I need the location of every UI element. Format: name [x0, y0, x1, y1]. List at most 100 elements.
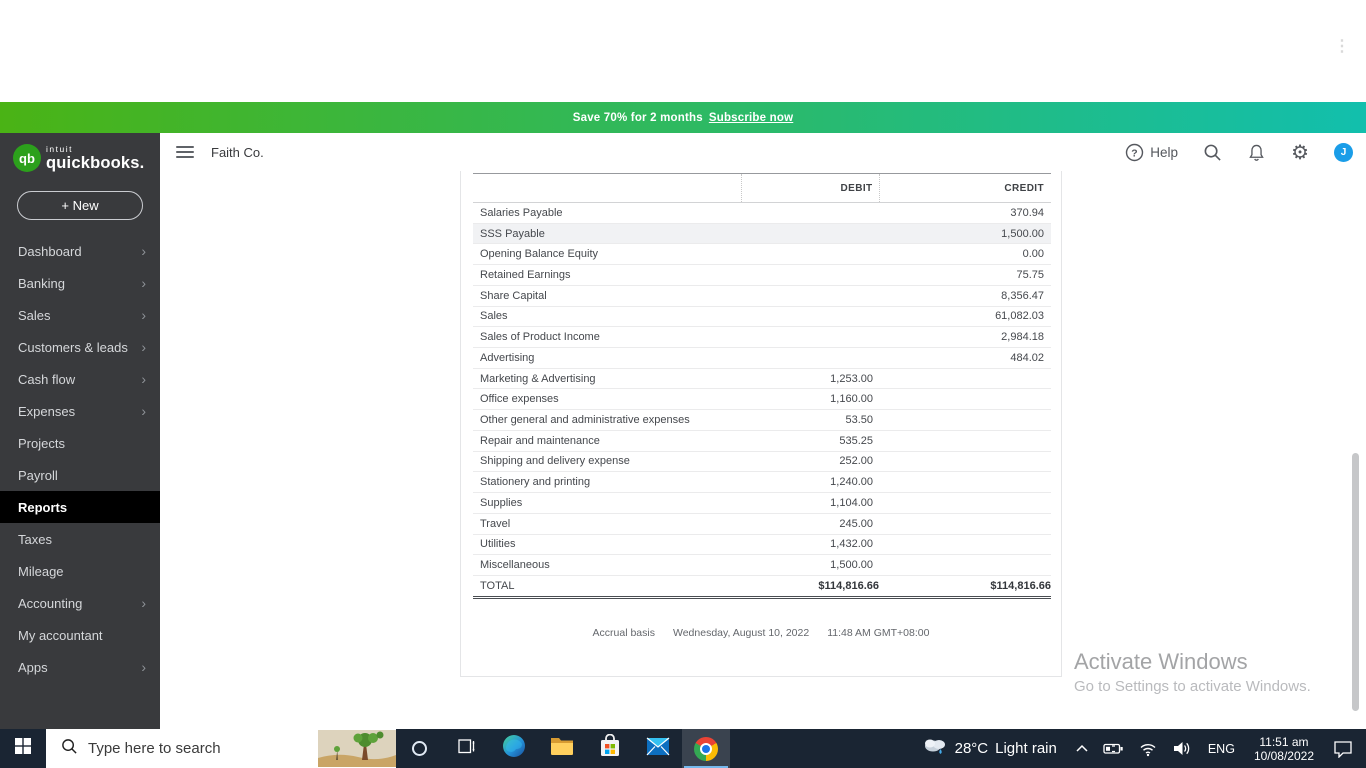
report-row[interactable]: Supplies 1,104.00 — [473, 492, 1051, 514]
report-row[interactable]: Travel 245.00 — [473, 513, 1051, 535]
taskbar-file-explorer[interactable] — [538, 729, 586, 768]
hamburger-menu-icon[interactable] — [176, 143, 194, 161]
sidebar-item-label: Expenses — [18, 403, 76, 419]
taskbar-clock[interactable]: 11:51 am 10/08/2022 — [1244, 735, 1324, 763]
sidebar-item-cash-flow[interactable]: Cash flow › — [0, 363, 160, 395]
report-row[interactable]: Other general and administrative expense… — [473, 409, 1051, 431]
taskbar-search[interactable] — [46, 729, 396, 768]
report-row[interactable]: Stationery and printing 1,240.00 — [473, 471, 1051, 494]
promo-message: Save 70% for 2 months — [572, 111, 703, 124]
browser-chrome: ⋮ — [0, 0, 1366, 102]
report-card: DEBIT CREDIT Salaries Payable 370.94 SSS P… — [460, 171, 1062, 677]
quickbooks-logo: qb intuit quickbooks. — [0, 133, 160, 172]
weather-widget[interactable]: 28°C Light rain — [912, 736, 1068, 761]
sidebar-item-label: My accountant — [18, 627, 103, 643]
report-row[interactable]: SSS Payable 1,500.00 — [473, 223, 1051, 245]
sidebar-item-apps[interactable]: Apps › — [0, 651, 160, 683]
report-row[interactable]: Utilities 1,432.00 — [473, 534, 1051, 556]
battery-icon[interactable] — [1096, 740, 1131, 757]
report-row[interactable]: Opening Balance Equity 0.00 — [473, 243, 1051, 266]
report-cell-debit: 535.25 — [741, 430, 879, 452]
account-column-header — [473, 173, 741, 203]
report-row[interactable]: Miscellaneous 1,500.00 — [473, 554, 1051, 576]
volume-icon[interactable] — [1165, 740, 1199, 757]
promo-banner: Save 70% for 2 months Subscribe now — [0, 102, 1366, 133]
report-cell-credit: 8,356.47 — [879, 285, 1051, 307]
report-row[interactable]: Sales of Product Income 2,984.18 — [473, 326, 1051, 349]
bing-daily-image[interactable] — [318, 730, 396, 768]
taskbar-edge[interactable] — [490, 729, 538, 768]
new-button[interactable]: + New — [17, 191, 143, 220]
weather-temp: 28°C — [954, 740, 989, 757]
report-row[interactable]: Office expenses 1,160.00 — [473, 388, 1051, 411]
total-label: TOTAL — [473, 574, 741, 599]
chevron-right-icon: › — [141, 595, 146, 611]
report-row[interactable]: Retained Earnings 75.75 — [473, 264, 1051, 286]
vertical-scrollbar-thumb[interactable] — [1352, 453, 1359, 711]
chevron-right-icon: › — [141, 659, 146, 675]
search-input[interactable] — [88, 740, 298, 757]
chrome-icon — [694, 736, 718, 761]
taskbar-mail[interactable] — [634, 729, 682, 768]
report-cell-debit — [741, 285, 879, 307]
action-center-icon[interactable] — [1324, 739, 1366, 758]
gear-icon[interactable]: ⚙ — [1291, 142, 1309, 162]
report-row[interactable]: Share Capital 8,356.47 — [473, 285, 1051, 307]
report-row[interactable]: Advertising 484.02 — [473, 347, 1051, 369]
taskbar-store[interactable] — [586, 729, 634, 768]
sidebar-item-expenses[interactable]: Expenses › — [0, 395, 160, 427]
report-cell-credit — [879, 492, 1051, 514]
report-cell-credit: 484.02 — [879, 347, 1051, 369]
qb-logo-icon: qb — [13, 144, 41, 172]
sidebar-item-sales[interactable]: Sales › — [0, 299, 160, 331]
report-cell-credit — [879, 368, 1051, 390]
sidebar-item-accounting[interactable]: Accounting › — [0, 587, 160, 619]
report-cell-account: Salaries Payable — [473, 202, 741, 224]
subscribe-now-link[interactable]: Subscribe now — [709, 112, 793, 124]
report-row[interactable]: Salaries Payable 370.94 — [473, 202, 1051, 224]
report-cell-account: Stationery and printing — [473, 471, 741, 494]
taskbar-chrome[interactable] — [682, 729, 730, 768]
sidebar: qb intuit quickbooks. + New Dashboard › Ba… — [0, 133, 160, 729]
watermark-subtitle: Go to Settings to activate Windows. — [1074, 678, 1311, 695]
report-footer: Accrual basis Wednesday, August 10, 2022 1… — [461, 627, 1061, 639]
avatar[interactable]: J — [1334, 142, 1353, 162]
weather-rain-icon — [923, 736, 948, 761]
sidebar-item-my-accountant[interactable]: My accountant — [0, 619, 160, 651]
cortana-button[interactable] — [396, 729, 443, 768]
report-cell-credit: 370.94 — [879, 202, 1051, 224]
sidebar-item-label: Payroll — [18, 467, 58, 483]
report-cell-credit — [879, 513, 1051, 535]
tray-chevron-up-icon[interactable] — [1068, 743, 1096, 754]
search-icon[interactable] — [1203, 143, 1222, 162]
start-button[interactable] — [0, 729, 46, 768]
quickbooks-wordmark: quickbooks. — [46, 153, 145, 172]
report-row[interactable]: Sales 61,082.03 — [473, 306, 1051, 328]
report-cell-debit — [741, 347, 879, 369]
wifi-icon[interactable] — [1131, 740, 1165, 757]
notifications-bell-icon[interactable] — [1247, 143, 1266, 162]
sidebar-item-dashboard[interactable]: Dashboard › — [0, 235, 160, 267]
sidebar-item-taxes[interactable]: Taxes — [0, 523, 160, 555]
task-view-icon — [457, 738, 476, 760]
company-name: Faith Co. — [211, 144, 264, 160]
sidebar-item-banking[interactable]: Banking › — [0, 267, 160, 299]
sidebar-item-payroll[interactable]: Payroll — [0, 459, 160, 491]
language-indicator[interactable]: ENG — [1199, 742, 1244, 756]
cortana-icon — [412, 741, 427, 756]
system-tray: 28°C Light rain ENG 11:51 am 10/08/2022 — [912, 729, 1366, 768]
sidebar-item-mileage[interactable]: Mileage — [0, 555, 160, 587]
report-row[interactable]: Shipping and delivery expense 252.00 — [473, 451, 1051, 473]
sidebar-item-reports[interactable]: Reports — [0, 491, 160, 523]
report-cell-debit: 1,500.00 — [741, 554, 879, 576]
report-cell-credit: 61,082.03 — [879, 306, 1051, 328]
browser-menu-icon[interactable]: ⋮ — [1334, 36, 1350, 56]
sidebar-item-projects[interactable]: Projects — [0, 427, 160, 459]
sidebar-item-customers-leads[interactable]: Customers & leads › — [0, 331, 160, 363]
report-cell-account: Travel — [473, 513, 741, 535]
task-view-button[interactable] — [443, 729, 490, 768]
report-row[interactable]: Repair and maintenance 535.25 — [473, 430, 1051, 452]
microsoft-store-icon — [599, 733, 621, 763]
help-button[interactable]: ? Help — [1125, 143, 1178, 162]
report-row[interactable]: Marketing & Advertising 1,253.00 — [473, 368, 1051, 390]
